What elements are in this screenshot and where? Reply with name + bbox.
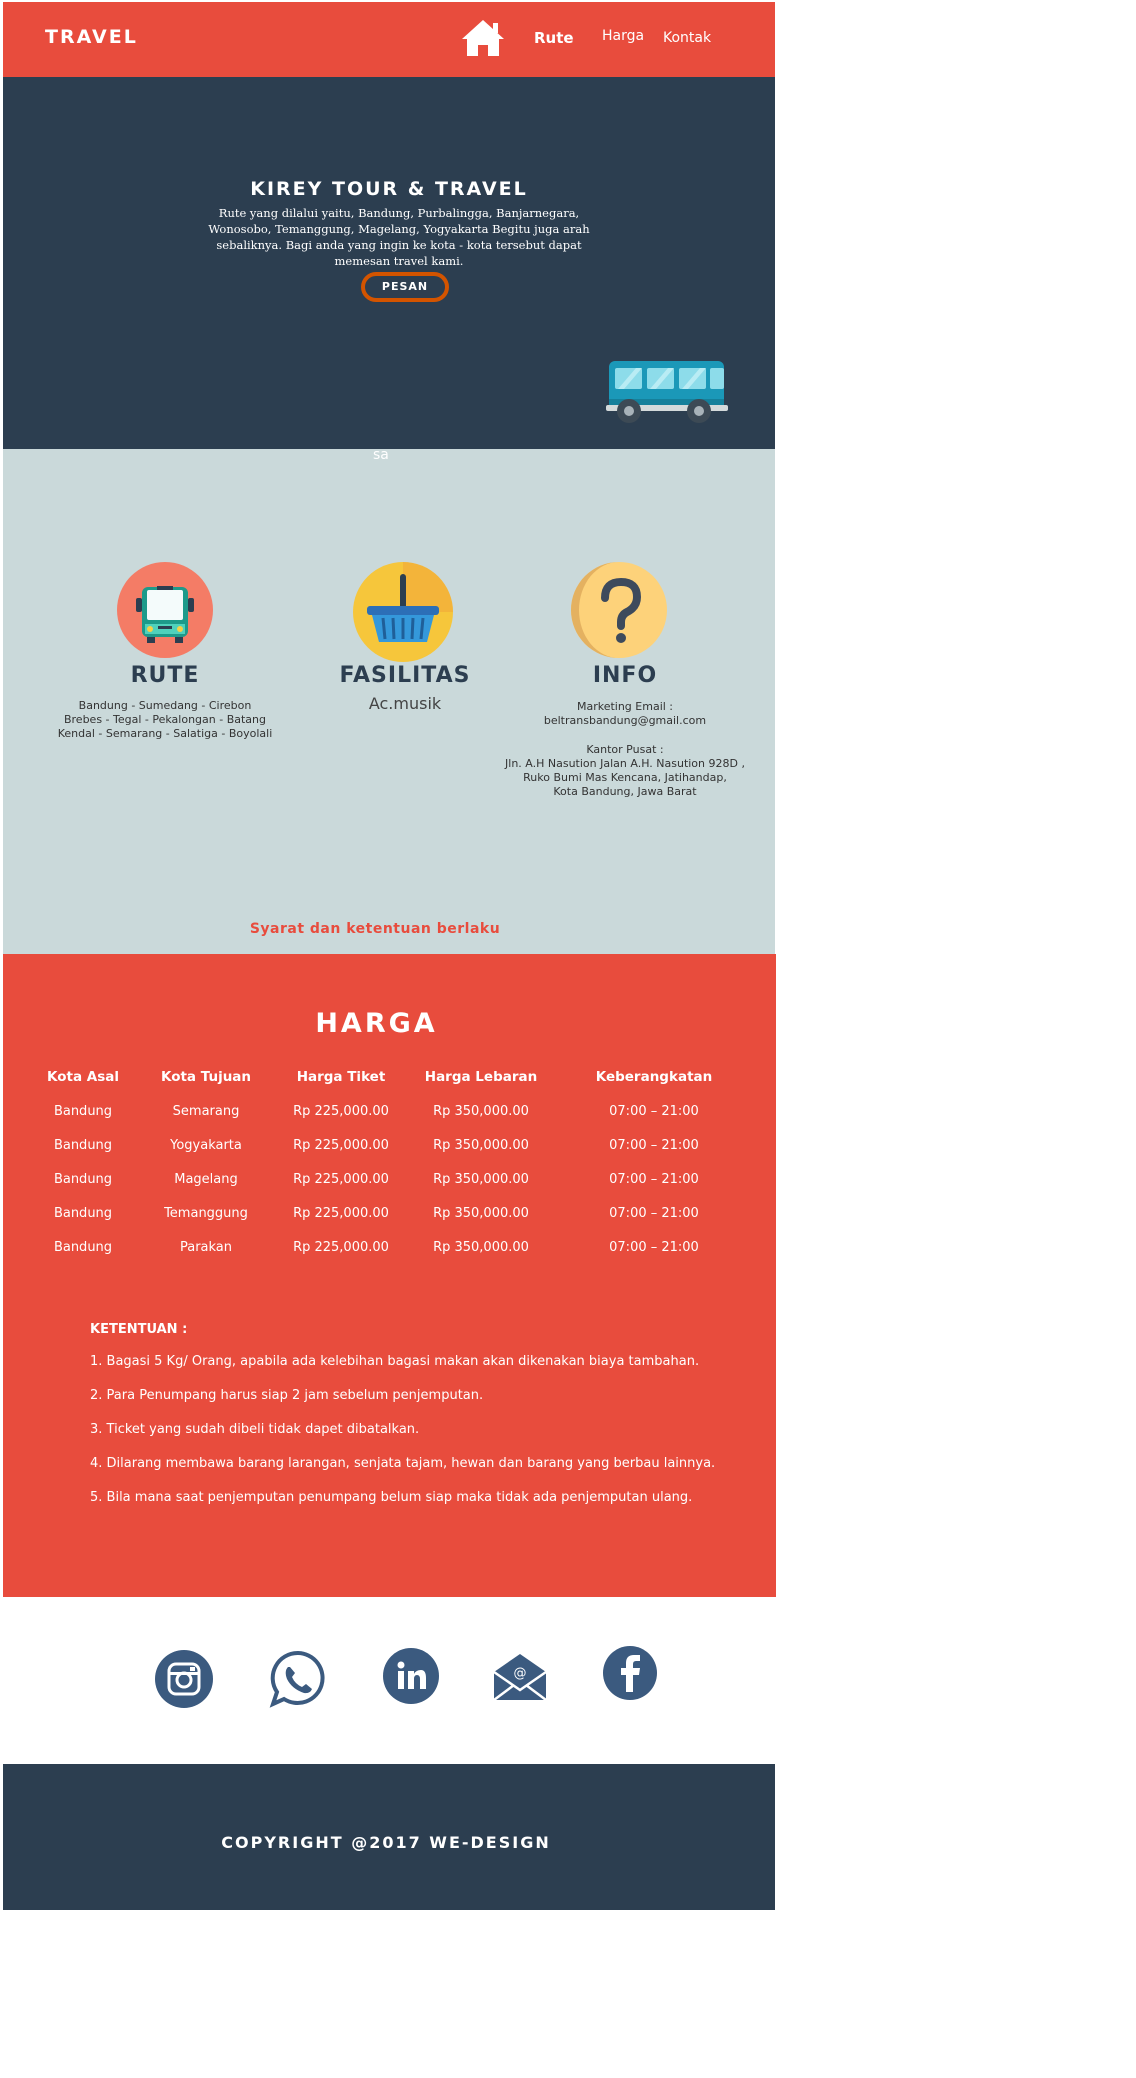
instagram-icon[interactable] <box>155 1650 213 1708</box>
table-cell: Bandung <box>53 1171 113 1187</box>
table-cell: Bandung <box>53 1239 113 1255</box>
question-icon <box>571 562 667 658</box>
rule-item: 4. Dilarang membawa barang larangan, sen… <box>90 1456 716 1471</box>
table-cell: 07:00 – 21:00 <box>609 1103 699 1119</box>
rule-item: 3. Ticket yang sudah dibeli tidak dapet … <box>90 1422 420 1437</box>
address-line: Ruko Bumi Mas Kencana, Jatihandap, <box>523 771 727 784</box>
rule-item: 1. Bagasi 5 Kg/ Orang, apabila ada keleb… <box>90 1354 700 1369</box>
fasilitas-title: FASILITAS <box>339 663 471 688</box>
table-cell: Rp 350,000.00 <box>433 1103 529 1119</box>
table-cell: Rp 350,000.00 <box>433 1205 529 1221</box>
info-email-label: Marketing Email : <box>576 700 674 713</box>
address-line: Kota Bandung, Jawa Barat <box>553 785 697 798</box>
table-row: Bandung Temanggung Rp 225,000.00 Rp 350,… <box>30 1196 752 1230</box>
nav-link-rute[interactable]: Rute <box>534 29 574 47</box>
pricing-title: HARGA <box>315 1008 438 1039</box>
rute-line: Brebes - Tegal - Pekalongan - Batang <box>63 713 267 726</box>
rule-item: 5. Bila mana saat penjemputan penumpang … <box>90 1490 693 1505</box>
svg-text:@: @ <box>514 1666 527 1681</box>
home-icon[interactable] <box>460 18 506 58</box>
table-cell: 07:00 – 21:00 <box>609 1205 699 1221</box>
info-office-label: Kantor Pusat : <box>586 743 664 756</box>
table-header-row: Kota Asal Kota Tujuan Harga Tiket Harga … <box>30 1060 752 1094</box>
whatsapp-icon[interactable] <box>268 1649 328 1709</box>
table-cell: Rp 350,000.00 <box>433 1239 529 1255</box>
header-kota-tujuan: Kota Tujuan <box>160 1069 252 1085</box>
rute-line: Kendal - Semarang - Salatiga - Boyolali <box>57 727 273 740</box>
rute-line: Bandung - Sumedang - Cirebon <box>78 699 252 712</box>
info-title: INFO <box>592 663 658 688</box>
table-cell: Rp 225,000.00 <box>293 1171 389 1187</box>
table-cell: Rp 225,000.00 <box>293 1137 389 1153</box>
table-cell: Parakan <box>179 1239 233 1255</box>
table-cell: Bandung <box>53 1205 113 1221</box>
mail-icon[interactable]: @ <box>490 1650 550 1702</box>
info-email[interactable]: beltransbandung@gmail.com <box>500 714 750 728</box>
rute-title: RUTE <box>130 663 200 688</box>
basket-icon <box>353 562 453 662</box>
facebook-icon[interactable] <box>603 1646 657 1700</box>
table-cell: Yogyakarta <box>170 1137 242 1153</box>
bus-illustration <box>606 359 728 425</box>
rules-list: KETENTUAN : 1. Bagasi 5 Kg/ Orang, apabi… <box>90 1322 740 1524</box>
nav-link-harga[interactable]: Harga <box>602 28 644 44</box>
terms-note: Syarat dan ketentuan berlaku <box>249 921 501 937</box>
table-cell: 07:00 – 21:00 <box>609 1239 699 1255</box>
table-row: Bandung Yogyakarta Rp 225,000.00 Rp 350,… <box>30 1128 752 1162</box>
table-cell: 07:00 – 21:00 <box>609 1137 699 1153</box>
header-keberangkatan: Keberangkatan <box>595 1069 713 1085</box>
table-cell: 07:00 – 21:00 <box>609 1171 699 1187</box>
table-cell: Bandung <box>53 1103 113 1119</box>
table-cell: Rp 225,000.00 <box>293 1239 389 1255</box>
hero-section: KIREY TOUR & TRAVEL Rute yang dilalui ya… <box>3 77 775 449</box>
table-cell: Magelang <box>174 1171 238 1187</box>
table-cell: Temanggung <box>164 1205 248 1221</box>
price-table: Kota Asal Kota Tujuan Harga Tiket Harga … <box>30 1060 752 1264</box>
table-cell: Rp 350,000.00 <box>433 1137 529 1153</box>
order-button[interactable]: PESAN <box>361 272 449 302</box>
hero-description: Rute yang dilalui yaitu, Bandung, Purbal… <box>208 206 590 268</box>
copyright-text: COPYRIGHT @2017 WE-DESIGN <box>221 1833 551 1852</box>
rute-list: Bandung - Sumedang - Cirebon Brebes - Te… <box>45 699 285 741</box>
header-harga-tiket: Harga Tiket <box>296 1069 386 1085</box>
address-line: Jln. A.H Nasution Jalan A.H. Nasution 92… <box>505 757 745 770</box>
table-row: Bandung Magelang Rp 225,000.00 Rp 350,00… <box>30 1162 752 1196</box>
nav-link-kontak[interactable]: Kontak <box>663 30 711 46</box>
linkedin-icon[interactable] <box>383 1648 439 1704</box>
bus-icon <box>117 562 213 658</box>
brand-logo[interactable]: TRAVEL <box>45 26 138 48</box>
hero-title: KIREY TOUR & TRAVEL <box>250 178 528 200</box>
header-kota-asal: Kota Asal <box>47 1069 119 1085</box>
table-row: Bandung Parakan Rp 225,000.00 Rp 350,000… <box>30 1230 752 1264</box>
table-cell: Semarang <box>172 1103 240 1119</box>
fasilitas-subtitle: Ac.musik <box>368 694 442 713</box>
rules-title: KETENTUAN : <box>90 1322 188 1337</box>
table-cell: Rp 350,000.00 <box>433 1171 529 1187</box>
info-address: Jln. A.H Nasution Jalan A.H. Nasution 92… <box>493 757 757 799</box>
table-cell: Bandung <box>53 1137 113 1153</box>
table-cell: Rp 225,000.00 <box>293 1205 389 1221</box>
header-harga-lebaran: Harga Lebaran <box>424 1069 538 1085</box>
table-row: Bandung Semarang Rp 225,000.00 Rp 350,00… <box>30 1094 752 1128</box>
stray-text: sa <box>373 447 389 463</box>
table-cell: Rp 225,000.00 <box>293 1103 389 1119</box>
rule-item: 2. Para Penumpang harus siap 2 jam sebel… <box>90 1388 484 1403</box>
